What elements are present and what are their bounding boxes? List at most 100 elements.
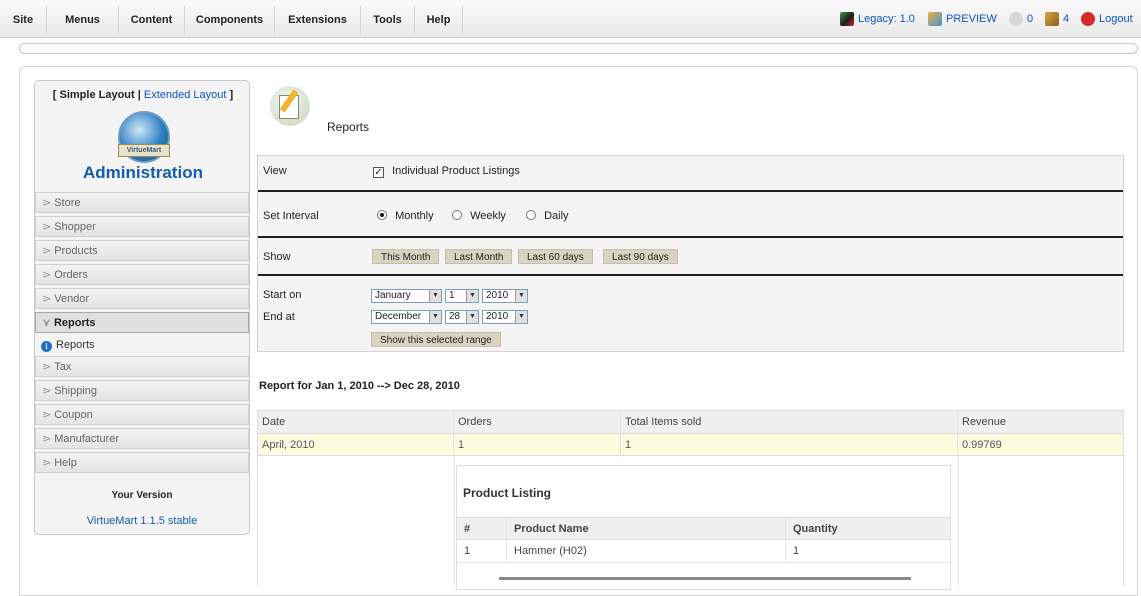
sidebar-item-store[interactable]: ⋗ Store <box>35 192 249 213</box>
menu-tools[interactable]: Tools <box>361 6 415 34</box>
start-label: Start on <box>263 289 302 301</box>
last-60-days-button[interactable]: Last 60 days <box>518 249 593 264</box>
sidebar-item-label: Coupon <box>54 409 93 421</box>
chevron-right-icon: ⋗ <box>42 245 52 257</box>
chevron-right-icon: ⋗ <box>42 409 52 421</box>
sidebar-subitem-reports[interactable]: i Reports <box>35 335 249 356</box>
interval-monthly-option[interactable]: Monthly <box>377 210 434 222</box>
product-listing-header: # Product Name Quantity <box>457 517 950 540</box>
interval-label: Set Interval <box>263 210 319 222</box>
preview-link[interactable]: PREVIEW <box>928 12 997 26</box>
view-label: View <box>263 165 287 177</box>
start-month-value: January <box>375 290 411 301</box>
product-listing-title: Product Listing <box>463 486 551 500</box>
show-label: Show <box>263 251 291 263</box>
users-icon <box>1045 12 1059 26</box>
monthly-label: Monthly <box>395 210 434 222</box>
chevron-right-icon: ⋗ <box>42 433 52 445</box>
logout-link[interactable]: Logout <box>1081 12 1133 26</box>
start-day-value: 1 <box>449 290 455 301</box>
chevron-down-icon: ▼ <box>466 311 478 323</box>
end-month-select[interactable]: December ▼ <box>371 310 442 324</box>
end-day-select[interactable]: 28 ▼ <box>445 310 479 324</box>
sidebar-item-vendor[interactable]: ⋗ Vendor <box>35 288 249 309</box>
sidebar-item-label: Help <box>54 457 77 469</box>
last-month-button[interactable]: Last Month <box>445 249 513 264</box>
messages-status[interactable]: 0 <box>1009 12 1033 26</box>
chevron-right-icon: ⋗ <box>42 221 52 233</box>
sidebar-item-shopper[interactable]: ⋗ Shopper <box>35 216 249 237</box>
chevron-right-icon: ⋗ <box>42 197 52 209</box>
menu-site[interactable]: Site <box>0 6 47 34</box>
sidebar-item-products[interactable]: ⋗ Products <box>35 240 249 261</box>
version-label: Your Version <box>111 490 173 501</box>
chevron-down-icon: ▼ <box>429 311 441 323</box>
sidebar-item-tax[interactable]: ⋗ Tax <box>35 356 249 377</box>
start-day-select[interactable]: 1 ▼ <box>445 289 479 303</box>
extended-layout-link[interactable]: Extended Layout <box>144 89 227 101</box>
users-status[interactable]: 4 <box>1045 12 1069 26</box>
start-year-select[interactable]: 2010 ▼ <box>482 289 528 303</box>
menu-extensions[interactable]: Extensions <box>275 6 361 34</box>
sidebar-item-reports[interactable]: ⋎ Reports <box>35 312 249 333</box>
menu-menus[interactable]: Menus <box>47 6 119 34</box>
this-month-button[interactable]: This Month <box>372 249 440 264</box>
column-header-items: Total Items sold <box>621 411 958 434</box>
individual-listings-label: Individual Product Listings <box>392 165 520 177</box>
cell-date: April, 2010 <box>258 434 454 457</box>
sidebar-item-orders[interactable]: ⋗ Orders <box>35 264 249 285</box>
cell-quantity: 1 <box>793 545 800 557</box>
end-year-select[interactable]: 2010 ▼ <box>482 310 528 324</box>
sidebar-item-label: Orders <box>54 269 88 281</box>
show-range-button[interactable]: Show this selected range <box>371 332 501 347</box>
report-options-panel: View ✓ Individual Product Listings Set I… <box>257 155 1124 352</box>
cell-product-name: Hammer (H02) <box>507 540 786 562</box>
sidebar-item-shipping[interactable]: ⋗ Shipping <box>35 380 249 401</box>
column-header-revenue: Revenue <box>962 416 1007 428</box>
start-month-select[interactable]: January ▼ <box>371 289 442 303</box>
sidebar-item-label: Manufacturer <box>54 433 120 445</box>
divider <box>258 236 1123 238</box>
report-table-header: Date Orders Total Items sold Revenue <box>257 410 1124 434</box>
users-count: 4 <box>1063 13 1070 25</box>
last-90-days-button[interactable]: Last 90 days <box>603 249 678 264</box>
legacy-status[interactable]: Legacy: 1.0 <box>840 12 915 26</box>
individual-listings-checkbox[interactable]: ✓ <box>373 167 384 178</box>
product-listing-panel: Product Listing # Product Name Quantity … <box>456 465 951 590</box>
messages-icon <box>1009 12 1023 26</box>
individual-listings-option[interactable]: ✓ Individual Product Listings <box>373 165 520 178</box>
chevron-down-icon: ⋎ <box>42 317 51 329</box>
cell-revenue: 0.99769 <box>962 439 1002 451</box>
interval-weekly-option[interactable]: Weekly <box>452 210 506 222</box>
sidebar-item-coupon[interactable]: ⋗ Coupon <box>35 404 249 425</box>
legacy-label: Legacy: 1.0 <box>858 13 915 25</box>
chevron-right-icon: ⋗ <box>42 293 52 305</box>
daily-radio[interactable] <box>526 210 536 220</box>
page-title: Reports <box>327 120 370 134</box>
weekly-radio[interactable] <box>452 210 462 220</box>
sidebar-item-label: Shipping <box>54 385 98 397</box>
chevron-right-icon: ⋗ <box>42 457 52 469</box>
messages-count: 0 <box>1027 13 1034 25</box>
menu-content[interactable]: Content <box>119 6 185 34</box>
horizontal-scrollbar[interactable] <box>499 577 911 580</box>
daily-label: Daily <box>544 210 569 222</box>
chevron-right-icon: ⋗ <box>42 269 52 281</box>
simple-layout-label: [ Simple Layout | <box>52 89 141 101</box>
column-header-quantity: Quantity <box>793 523 838 535</box>
column-header-date: Date <box>258 411 454 434</box>
sidebar-item-manufacturer[interactable]: ⋗ Manufacturer <box>35 428 249 449</box>
divider <box>258 190 1123 192</box>
sidebar: [ Simple Layout | Extended Layout ] Virt… <box>34 80 250 535</box>
menu-help[interactable]: Help <box>415 6 463 34</box>
monthly-radio[interactable] <box>377 210 387 220</box>
menu-components[interactable]: Components <box>185 6 275 34</box>
column-header-orders: Orders <box>454 411 621 434</box>
sidebar-item-label: Shopper <box>54 221 96 233</box>
column-header-product-name: Product Name <box>507 518 786 540</box>
preview-label: PREVIEW <box>946 13 997 25</box>
interval-daily-option[interactable]: Daily <box>526 210 569 222</box>
logout-icon <box>1081 12 1095 26</box>
sidebar-item-help[interactable]: ⋗ Help <box>35 452 249 473</box>
reports-page-icon <box>270 86 310 126</box>
